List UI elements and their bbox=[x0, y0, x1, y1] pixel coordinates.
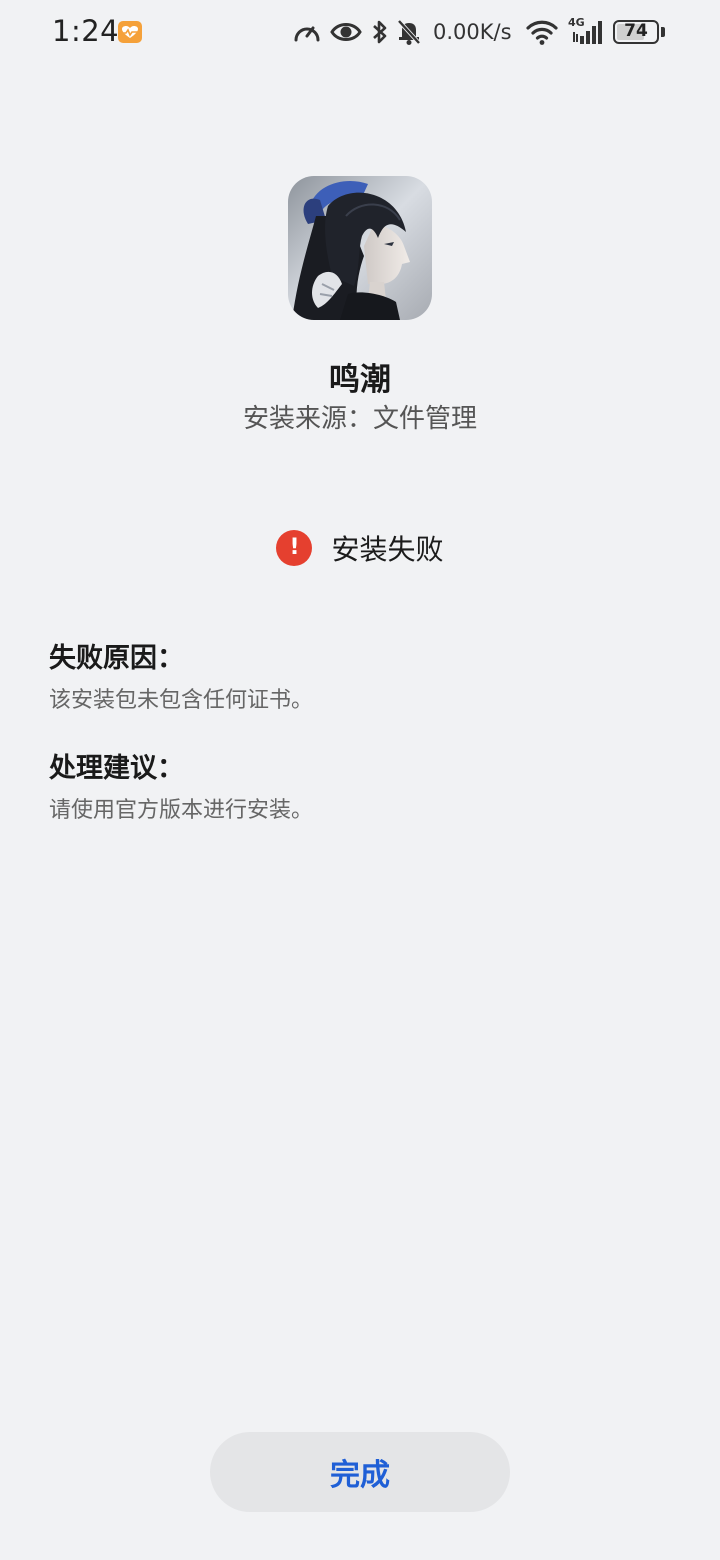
app-name: 鸣潮 bbox=[329, 362, 391, 398]
net-speed: 0.00K/s bbox=[433, 20, 512, 44]
health-icon bbox=[118, 21, 142, 43]
failure-reason-title: 失败原因： bbox=[49, 643, 184, 674]
error-icon: ! bbox=[276, 530, 313, 566]
notification-off-icon bbox=[396, 18, 422, 50]
app-icon bbox=[288, 176, 432, 320]
install-source: 安装来源：文件管理 bbox=[242, 404, 477, 434]
status-time: 1:24 bbox=[52, 14, 120, 48]
install-result-screen: 1:24 0.00K/s 4G 74 鸣潮 安装来源：文件管理 ! 安装失败 失… bbox=[0, 0, 720, 1560]
status-bar: 1:24 0.00K/s 4G 74 bbox=[0, 0, 720, 66]
install-result: ! 安装失败 bbox=[0, 528, 720, 568]
bluetooth-icon bbox=[370, 18, 390, 50]
result-text: 安装失败 bbox=[331, 533, 444, 566]
advice-text: 请使用官方版本进行安装。 bbox=[49, 798, 314, 823]
eye-comfort-icon bbox=[330, 18, 362, 50]
battery-icon: 74 bbox=[613, 20, 659, 44]
advice-title: 处理建议： bbox=[49, 753, 184, 784]
speed-meter-icon bbox=[292, 18, 322, 50]
done-button[interactable]: 完成 bbox=[210, 1432, 510, 1512]
wifi-icon bbox=[526, 18, 558, 50]
failure-reason-text: 该安装包未包含任何证书。 bbox=[49, 688, 314, 713]
battery-level: 74 bbox=[624, 21, 648, 41]
signal-icon bbox=[572, 18, 606, 50]
battery-tip bbox=[661, 27, 665, 37]
